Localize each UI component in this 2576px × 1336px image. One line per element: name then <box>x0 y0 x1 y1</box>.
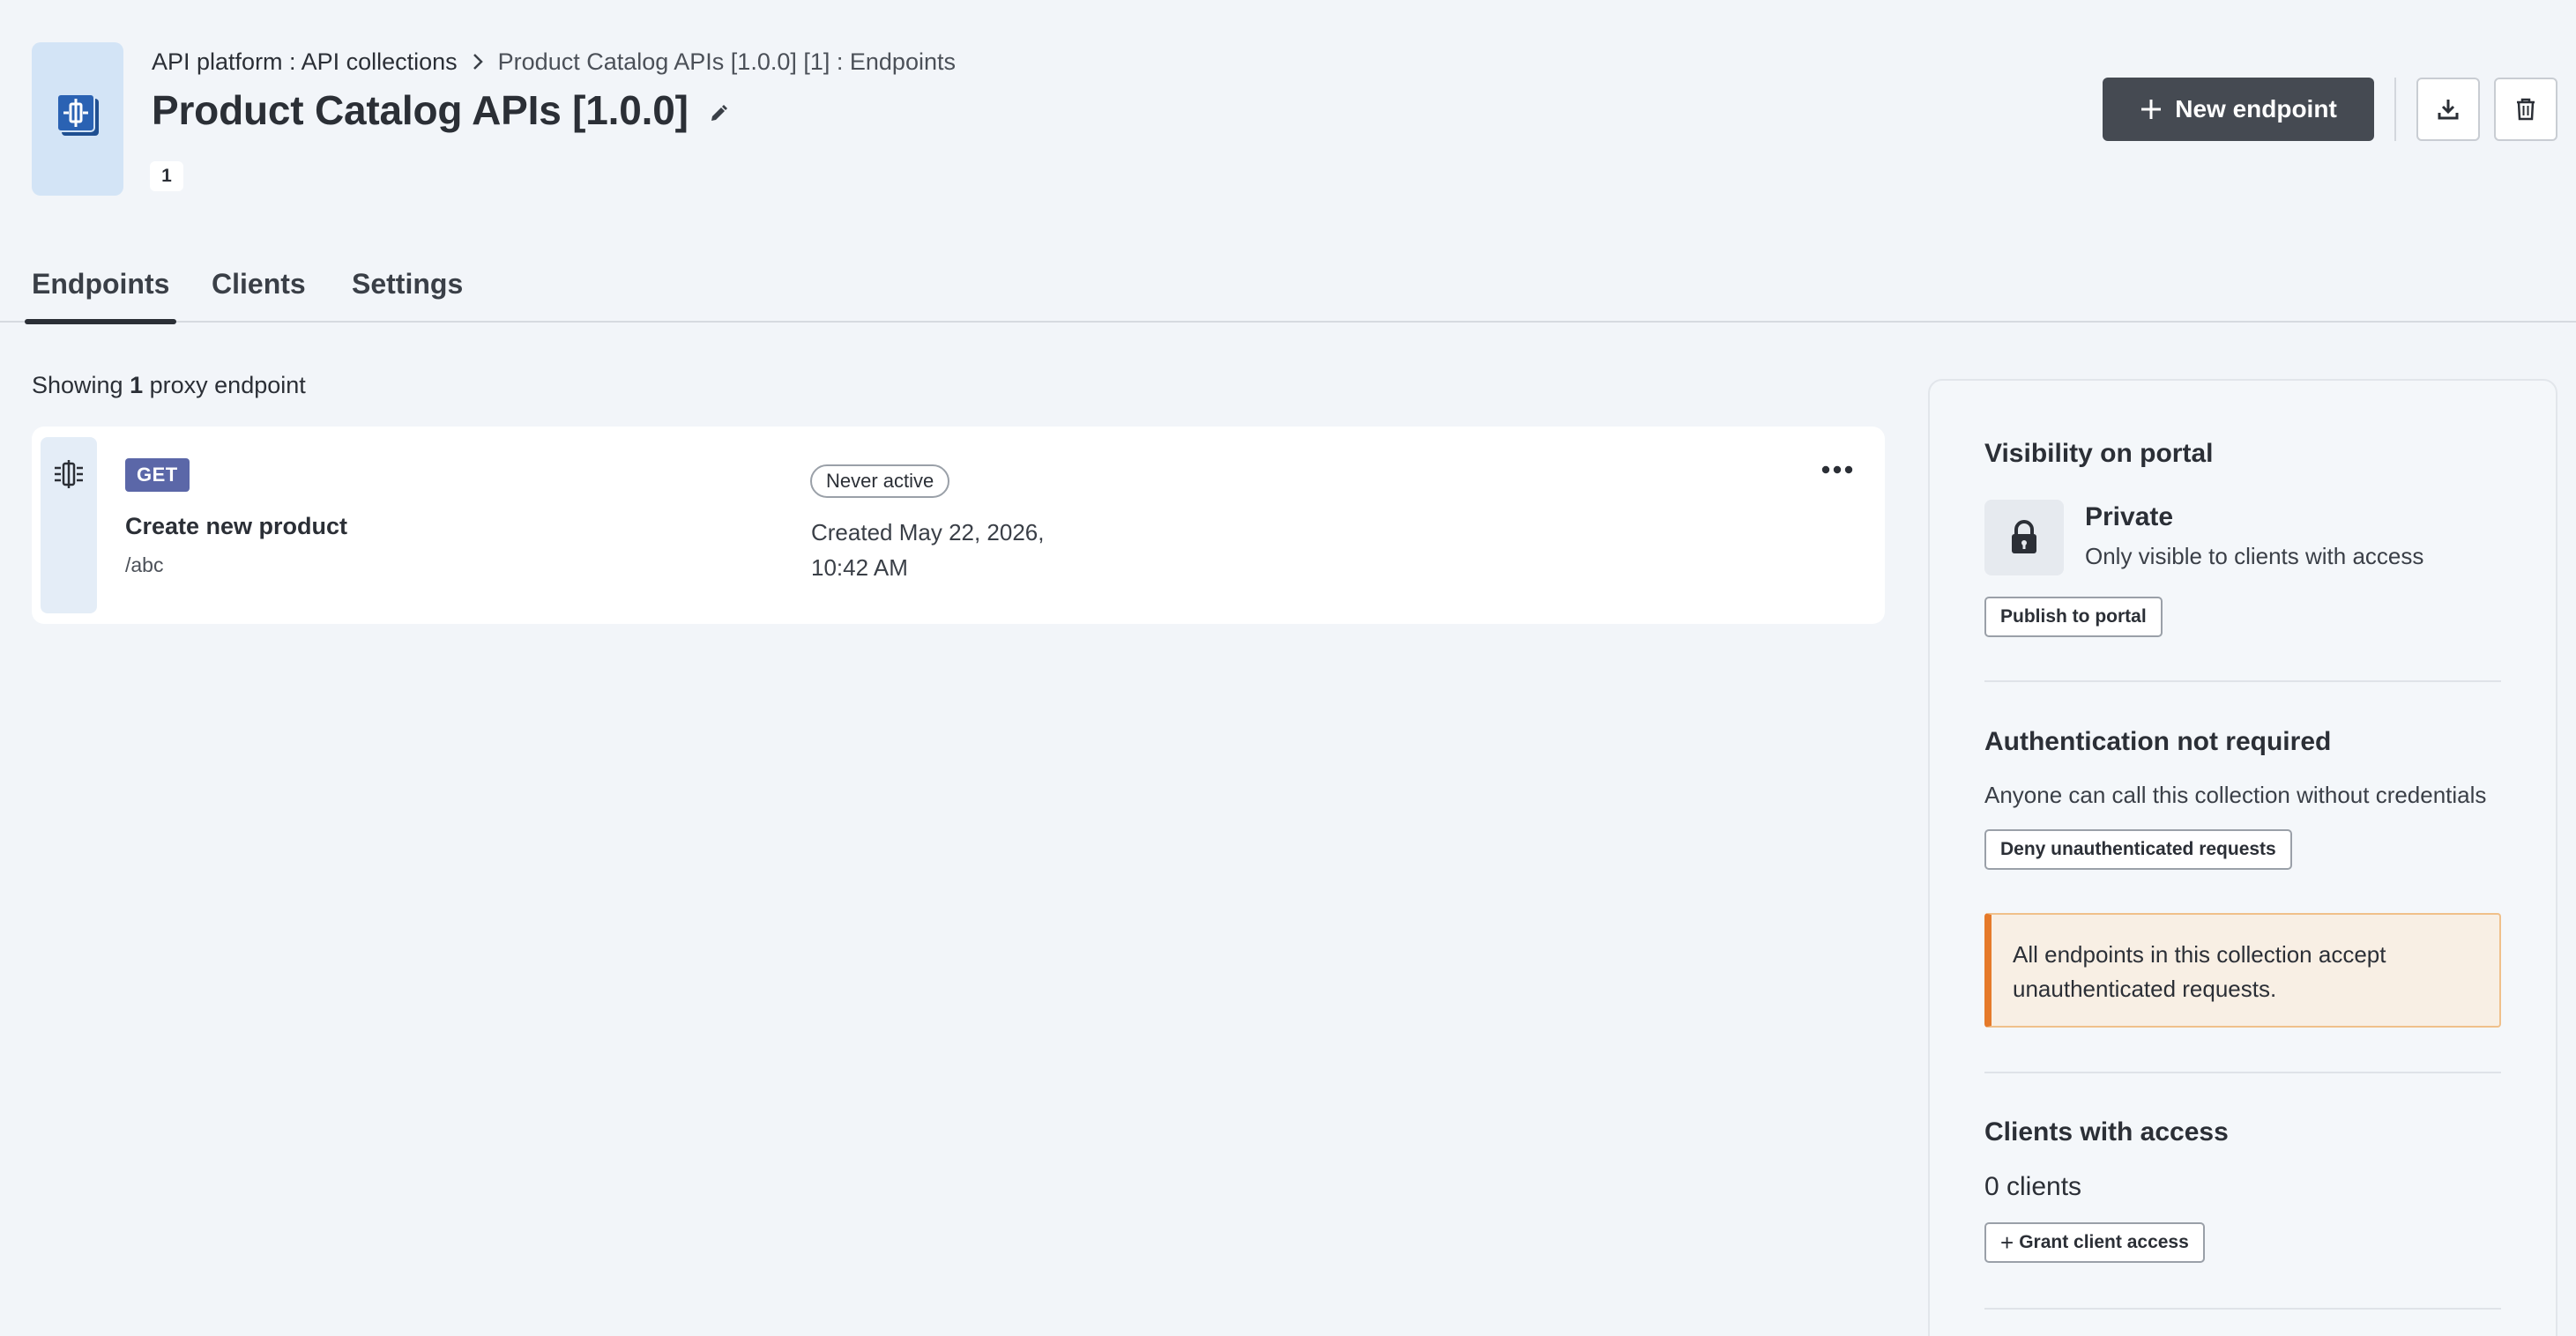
plus-icon: + <box>2000 1228 2014 1256</box>
http-method-badge: GET <box>125 458 190 492</box>
showing-suffix: proxy endpoint <box>149 372 306 398</box>
breadcrumb: API platform : API collections Product C… <box>152 44 956 79</box>
showing-count: 1 <box>130 372 144 398</box>
download-icon <box>2438 100 2459 120</box>
authentication-description: Anyone can call this collection without … <box>1984 782 2487 808</box>
version-badge: 1 <box>150 161 183 191</box>
collection-icon <box>56 93 99 136</box>
endpoint-name[interactable]: Create new product <box>125 513 347 540</box>
download-button[interactable] <box>2416 78 2480 141</box>
trash-icon <box>2517 98 2535 121</box>
authentication-heading: Authentication not required <box>1984 727 2332 756</box>
collection-settings-panel: Visibility on portal Private Only visibl… <box>1928 379 2557 1336</box>
warning-line-1: All endpoints in this collection accept <box>2013 941 2386 968</box>
lock-icon <box>2012 520 2036 553</box>
created-line-1: Created May 22, 2026, <box>811 519 1045 546</box>
clients-count: 0 clients <box>1984 1172 2082 1201</box>
proxy-endpoint-icon <box>55 460 83 488</box>
endpoint-card[interactable]: GET Create new product /abc Never active… <box>32 427 1885 624</box>
grant-client-access-button[interactable]: + Grant client access <box>1984 1222 2205 1263</box>
endpoint-type-strip <box>41 437 97 613</box>
warning-line-2: unauthenticated requests. <box>2013 976 2277 1002</box>
status-badge: Never active <box>810 464 950 498</box>
endpoint-path: /abc <box>125 553 164 576</box>
visibility-description: Only visible to clients with access <box>2085 543 2424 569</box>
showing-prefix: Showing <box>32 372 123 398</box>
grant-client-access-label: Grant client access <box>2019 1232 2189 1252</box>
breadcrumb-link-api-collections[interactable]: API platform : API collections <box>152 48 458 76</box>
visibility-status: Private <box>2085 502 2174 531</box>
pencil-icon[interactable] <box>708 103 729 124</box>
panel-divider <box>1984 1072 2501 1073</box>
visibility-heading: Visibility on portal <box>1984 439 2214 468</box>
page-title-row: Product Catalog APIs [1.0.0] <box>152 84 729 137</box>
panel-divider <box>1984 1308 2501 1310</box>
endpoint-count-summary: Showing 1 proxy endpoint <box>32 372 306 399</box>
tab-clients[interactable]: Clients <box>212 268 306 323</box>
page-title: Product Catalog APIs [1.0.0] <box>152 87 689 133</box>
tab-endpoints[interactable]: Endpoints <box>24 268 177 324</box>
lock-icon-tile <box>1984 500 2064 575</box>
tab-bar: Endpoints Clients Settings <box>0 256 2576 324</box>
more-options-icon[interactable] <box>1821 464 1853 479</box>
plus-icon <box>2140 98 2163 121</box>
new-endpoint-label: New endpoint <box>2175 95 2337 122</box>
tab-settings[interactable]: Settings <box>352 268 463 323</box>
panel-divider <box>1984 680 2501 682</box>
chevron-right-icon <box>472 53 484 71</box>
new-endpoint-button[interactable]: New endpoint <box>2103 78 2374 141</box>
created-line-2: 10:42 AM <box>811 554 908 581</box>
unauthenticated-warning: All endpoints in this collection accept … <box>1984 913 2501 1028</box>
deny-unauthenticated-button[interactable]: Deny unauthenticated requests <box>1984 829 2292 870</box>
breadcrumb-current: Product Catalog APIs [1.0.0] [1] : Endpo… <box>497 48 956 75</box>
created-timestamp: Created May 22, 2026, 10:42 AM <box>811 515 1093 585</box>
collection-icon-tile <box>32 42 123 196</box>
header-divider <box>2394 78 2396 141</box>
publish-to-portal-button[interactable]: Publish to portal <box>1984 597 2163 637</box>
clients-heading: Clients with access <box>1984 1117 2229 1147</box>
delete-button[interactable] <box>2494 78 2557 141</box>
